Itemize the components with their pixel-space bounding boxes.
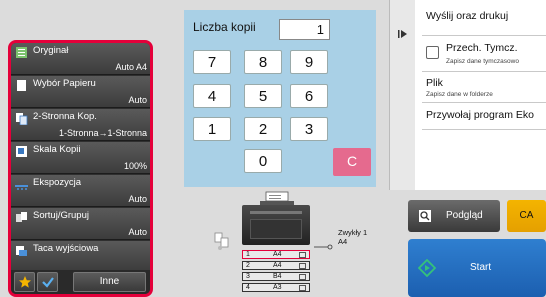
key-4[interactable]: 4 [193, 84, 231, 108]
key-9[interactable]: 9 [290, 50, 328, 74]
original-icon [16, 47, 27, 58]
tray-1[interactable]: 1 A4 [242, 250, 310, 259]
setting-value: 1-Stronna→1-Stronna [58, 128, 147, 138]
setting-label: Sortuj/Grupuj [33, 210, 89, 221]
key-1[interactable]: 1 [193, 117, 231, 141]
key-7[interactable]: 7 [193, 50, 231, 74]
setting-label: Taca wyjściowa [33, 243, 99, 254]
output-tray-icon [16, 246, 27, 256]
copy-settings-panel: Oryginał Auto A4 Wybór Papieru Auto 2-St… [8, 40, 153, 297]
paper-type: Zwykły 1 [338, 228, 368, 237]
copies-input[interactable]: 1 [279, 19, 330, 40]
key-6[interactable]: 6 [290, 84, 328, 108]
clear-button[interactable]: C [333, 148, 371, 176]
duplex-icon [16, 113, 28, 125]
setting-label: Wybór Papieru [33, 78, 96, 89]
tray-size: B4 [273, 273, 282, 280]
output-tray-graphic[interactable] [256, 190, 298, 206]
collapse-arrow-icon [398, 30, 407, 38]
tray-number: 4 [246, 284, 250, 291]
setting-value: Auto [128, 95, 147, 105]
send-and-print[interactable]: Wyślij oraz drukuj [422, 0, 546, 36]
confirm-button[interactable] [37, 272, 58, 292]
setting-label: Ekspozycja [33, 177, 82, 188]
copies-label: Liczba kopii [193, 20, 256, 34]
send-and-print-label: Wyślij oraz drukuj [426, 10, 509, 22]
setting-sort-group[interactable]: Sortuj/Grupuj Auto [11, 208, 150, 240]
setting-scale[interactable]: Skala Kopii 100% [11, 142, 150, 174]
tray-number: 3 [246, 273, 250, 280]
star-icon [18, 276, 31, 288]
check-icon [41, 277, 54, 288]
setting-label: Skala Kopii [33, 144, 81, 155]
setting-output-tray[interactable]: Taca wyjściowa [11, 241, 150, 272]
other-button[interactable]: Inne [73, 272, 146, 292]
paper-pointer [314, 238, 334, 250]
left-panel-footer: Inne [11, 270, 150, 294]
output-paper-icon [260, 191, 294, 205]
copier-body [242, 205, 310, 245]
key-3[interactable]: 3 [290, 117, 328, 141]
setting-original[interactable]: Oryginał Auto A4 [11, 43, 150, 75]
action-panel: Wyślij oraz drukuj Przech. Tymcz. Zapisz… [415, 0, 546, 190]
tray-2[interactable]: 2 A4 [242, 261, 310, 270]
tray-paper-icon [299, 274, 306, 280]
side-panel-toggle[interactable] [389, 0, 415, 190]
recall-label: Przywołaj program Eko [426, 109, 534, 121]
sort-group-icon [16, 212, 27, 222]
start-label: Start [470, 262, 492, 273]
temp-save[interactable]: Przech. Tymcz. Zapisz dane tymczasowo [422, 37, 546, 72]
setting-value: 100% [123, 161, 147, 171]
key-8[interactable]: 8 [244, 50, 282, 74]
temp-save-checkbox[interactable] [426, 46, 439, 59]
tray-paper-icon [299, 263, 306, 269]
tray-size: A4 [273, 251, 282, 258]
paper-size: A4 [338, 237, 348, 246]
temp-save-subtitle: Zapisz dane tymczasowo [446, 58, 519, 65]
setting-value: Auto A4 [115, 62, 147, 72]
setting-exposure[interactable]: Ekspozycja Auto [11, 175, 150, 207]
favorite-button[interactable] [14, 272, 35, 292]
temp-save-label: Przech. Tymcz. [446, 42, 518, 54]
tray-paper-icon [299, 285, 306, 291]
tray-4[interactable]: 4 A3 [242, 283, 310, 292]
start-icon [418, 259, 436, 277]
preview-icon [419, 210, 431, 222]
paper-select-icon [17, 80, 26, 91]
start-button[interactable]: Start [408, 239, 546, 297]
clear-all-button[interactable]: CA [507, 200, 546, 232]
setting-label: 2-Stronna Kop. [33, 111, 97, 122]
bypass-tray-icon[interactable] [212, 230, 234, 252]
paper-type-label: Zwykły 1 A4 [338, 228, 367, 246]
tray-paper-icon [299, 252, 306, 258]
tray-size: A3 [273, 284, 282, 291]
preview-button[interactable]: Podgląd [408, 200, 500, 232]
setting-paper-select[interactable]: Wybór Papieru Auto [11, 76, 150, 108]
setting-duplex[interactable]: 2-Stronna Kop. 1-Stronna→1-Stronna [11, 109, 150, 141]
tray-number: 1 [246, 251, 250, 258]
scale-icon [16, 146, 27, 157]
setting-value: Auto [128, 227, 147, 237]
file-save[interactable]: Plik Zapisz dane w folderze [422, 73, 546, 103]
preview-label: Podgląd [446, 210, 483, 221]
key-0[interactable]: 0 [244, 149, 282, 173]
file-label: Plik [426, 77, 443, 89]
key-5[interactable]: 5 [244, 84, 282, 108]
file-subtitle: Zapisz dane w folderze [426, 91, 493, 98]
tray-3[interactable]: 3 B4 [242, 272, 310, 281]
setting-value: Auto [128, 194, 147, 204]
setting-label: Oryginał [33, 45, 69, 56]
exposure-icon [15, 185, 28, 190]
tray-number: 2 [246, 262, 250, 269]
recall-eco-program[interactable]: Przywołaj program Eko [422, 104, 546, 130]
key-2[interactable]: 2 [244, 117, 282, 141]
tray-size: A4 [273, 262, 282, 269]
